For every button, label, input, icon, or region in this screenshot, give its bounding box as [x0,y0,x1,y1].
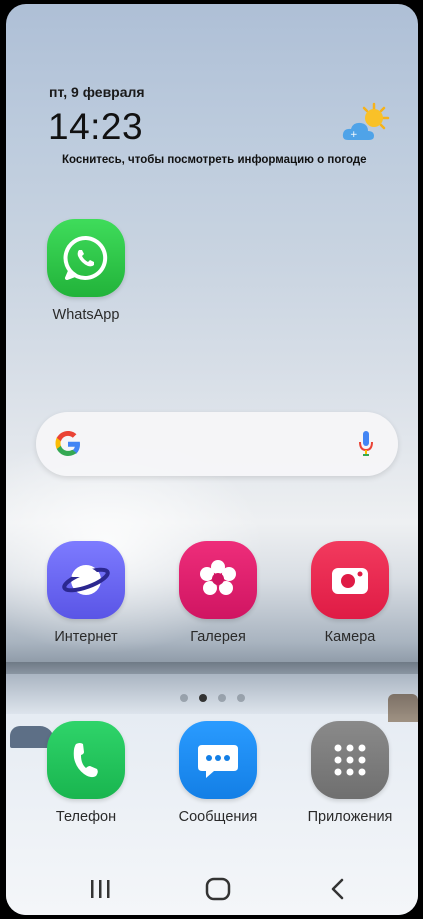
app-phone[interactable]: Телефон [36,721,136,825]
page-dot-active[interactable] [199,694,207,702]
wallpaper-shrub [388,694,418,722]
app-label: Сообщения [178,809,258,825]
whatsapp-icon[interactable] [47,219,125,297]
app-label: WhatsApp [52,307,120,323]
app-label: Интернет [54,629,118,645]
app-label: Приложения [307,809,393,825]
app-gallery[interactable]: Галерея [168,541,268,645]
app-whatsapp[interactable]: WhatsApp [36,219,136,323]
app-messages[interactable]: Сообщения [168,721,268,825]
home-icon[interactable] [198,874,238,904]
page-dot[interactable] [218,694,226,702]
google-search-bar[interactable] [36,412,398,476]
page-indicator[interactable] [180,694,245,702]
weather-hint[interactable]: Коснитесь, чтобы посмотреть информацию о… [62,154,367,166]
recents-icon[interactable] [80,874,120,904]
camera-icon[interactable] [311,541,389,619]
partly-cloudy-sun-icon[interactable]: + [340,102,392,146]
messages-icon[interactable] [179,721,257,799]
app-camera[interactable]: Камера [300,541,400,645]
apps-grid-icon[interactable] [311,721,389,799]
app-label: Галерея [190,629,246,645]
app-label: Камера [324,629,376,645]
internet-planet-icon[interactable] [47,541,125,619]
wallpaper-horizon [6,662,418,674]
svg-text:+: + [350,130,358,140]
clock-date[interactable]: пт, 9 февраля [49,84,145,100]
home-screen: пт, 9 февраля 14:23 + Коснитесь, чтобы п… [6,4,418,915]
app-label: Телефон [55,809,117,825]
gallery-flower-icon[interactable] [179,541,257,619]
phone-icon[interactable] [47,721,125,799]
page-dot[interactable] [180,694,188,702]
navigation-bar [6,864,418,915]
app-drawer[interactable]: Приложения [300,721,400,825]
clock-time[interactable]: 14:23 [48,106,143,148]
microphone-icon[interactable] [358,430,374,458]
google-icon [52,428,84,460]
app-internet[interactable]: Интернет [36,541,136,645]
back-icon[interactable] [318,874,358,904]
page-dot[interactable] [237,694,245,702]
